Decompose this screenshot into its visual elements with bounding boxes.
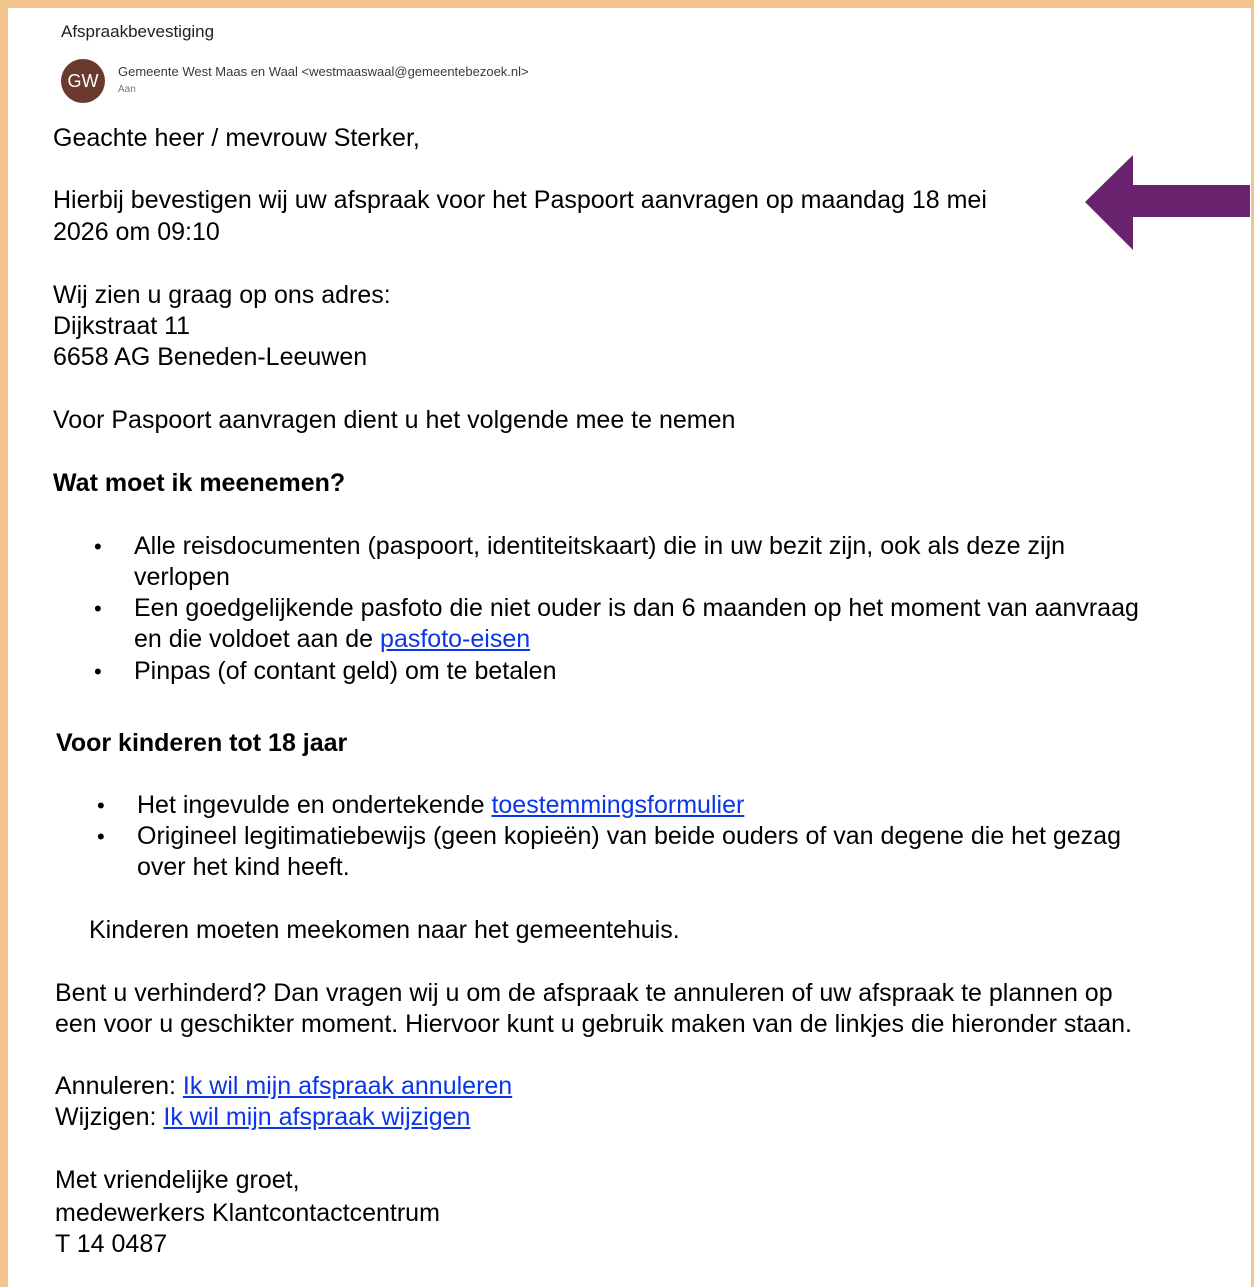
signature: medewerkers Klantcontactcentrum xyxy=(55,1199,440,1227)
sender-name: Gemeente West Maas en Waal <westmaaswaal… xyxy=(118,64,529,79)
closing: Met vriendelijke groet, xyxy=(55,1166,300,1194)
bring-intro: Voor Paspoort aanvragen dient u het volg… xyxy=(53,406,736,434)
avatar: GW xyxy=(61,59,105,103)
list-item-continuation: over het kind heeft. xyxy=(137,853,350,881)
purple-arrow-icon xyxy=(1085,155,1250,250)
confirm-line-1: Hierbij bevestigen wij uw afspraak voor … xyxy=(53,186,987,214)
list-item-text: en die voldoet aan de xyxy=(134,625,381,653)
bring-heading: Wat moet ik meenemen? xyxy=(53,469,346,497)
confirm-line-2: 2026 om 09:10 xyxy=(53,218,220,246)
prevented-line-1: Bent u verhinderd? Dan vragen wij u om d… xyxy=(55,979,1113,1007)
prevented-line-2: een voor u geschikter moment. Hiervoor k… xyxy=(55,1010,1132,1038)
change-label: Wijzigen: xyxy=(55,1103,164,1131)
change-row: Wijzigen: Ik wil mijn afspraak wijzigen xyxy=(55,1102,470,1133)
change-appointment-link[interactable]: Ik wil mijn afspraak wijzigen xyxy=(163,1103,470,1131)
phone-number: T 14 0487 xyxy=(55,1230,168,1258)
bullet-icon: • xyxy=(94,659,102,684)
address-street: Dijkstraat 11 xyxy=(53,312,191,340)
list-item: Origineel legitimatiebewijs (geen kopieë… xyxy=(137,822,1121,850)
recipient-label: Aan xyxy=(118,84,136,95)
toestemmingsformulier-link[interactable]: toestemmingsformulier xyxy=(491,791,744,819)
cancel-appointment-link[interactable]: Ik wil mijn afspraak annuleren xyxy=(183,1072,512,1100)
list-item: Alle reisdocumenten (paspoort, identitei… xyxy=(134,532,1066,560)
address-intro: Wij zien u graag op ons adres: xyxy=(53,281,391,309)
list-item: Pinpas (of contant geld) om te betalen xyxy=(134,657,557,685)
bullet-icon: • xyxy=(97,793,105,818)
list-item: Het ingevulde en ondertekende toestemmin… xyxy=(137,790,744,821)
kids-heading: Voor kinderen tot 18 jaar xyxy=(56,729,348,757)
greeting: Geachte heer / mevrouw Sterker, xyxy=(53,124,420,152)
address-city: 6658 AG Beneden-Leeuwen xyxy=(53,343,368,371)
bullet-icon: • xyxy=(94,534,102,559)
pasfoto-eisen-link[interactable]: pasfoto-eisen xyxy=(380,625,530,653)
kids-note: Kinderen moeten meekomen naar het gemeen… xyxy=(89,916,680,944)
list-item-continuation: verlopen xyxy=(134,563,230,591)
list-item-continuation: en die voldoet aan de pasfoto-eisen xyxy=(134,624,530,655)
cancel-label: Annuleren: xyxy=(55,1072,183,1100)
email-subject: Afspraakbevestiging xyxy=(61,22,215,41)
bullet-icon: • xyxy=(94,596,102,621)
list-item-text: Het ingevulde en ondertekende xyxy=(137,791,492,819)
cancel-row: Annuleren: Ik wil mijn afspraak annulere… xyxy=(55,1071,512,1102)
bullet-icon: • xyxy=(97,824,105,849)
list-item: Een goedgelijkende pasfoto die niet oude… xyxy=(134,594,1139,622)
